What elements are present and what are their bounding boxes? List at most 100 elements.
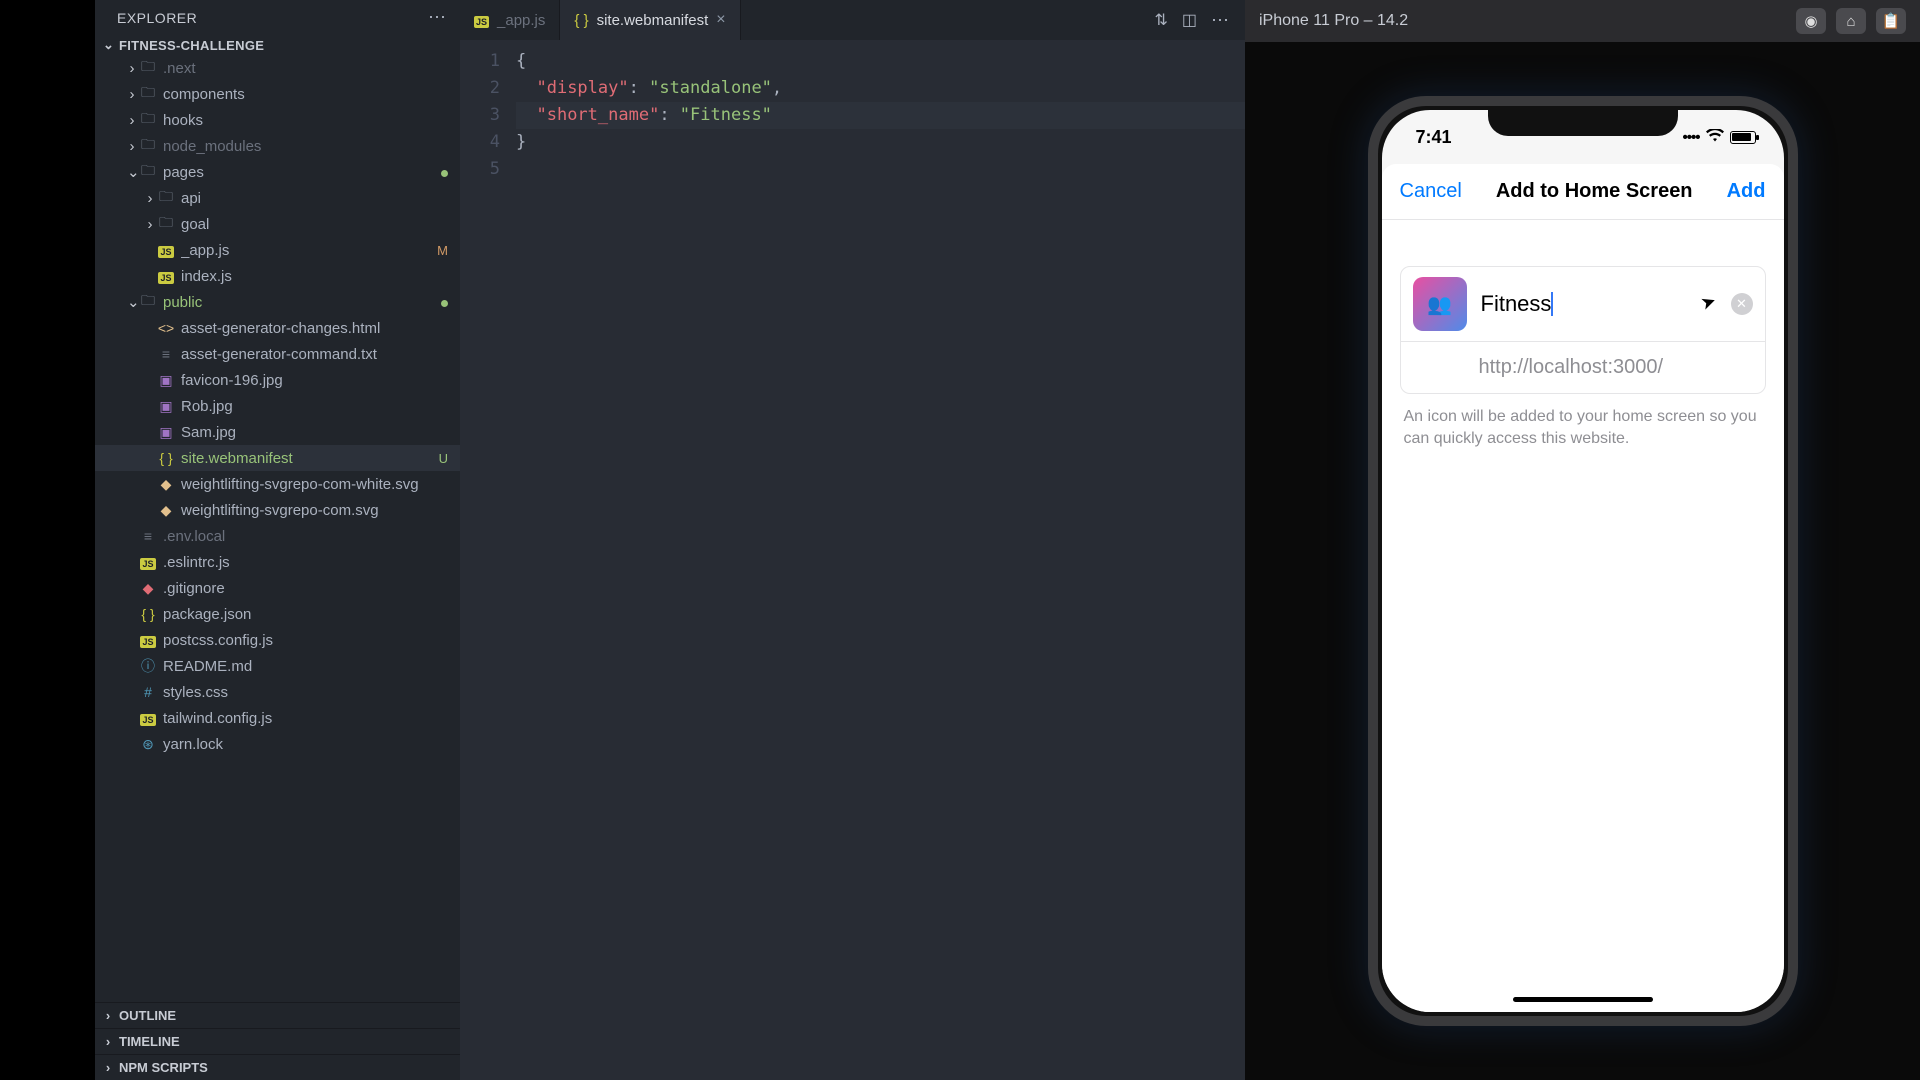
tree-label: _app.js <box>181 242 431 259</box>
tree-label: package.json <box>163 606 448 623</box>
tab-site.webmanifest[interactable]: { }site.webmanifest× <box>560 0 740 40</box>
tree-label: postcss.config.js <box>163 632 448 649</box>
file-styles.css[interactable]: #styles.css <box>95 679 460 705</box>
app-name-input[interactable]: Fitness <box>1481 291 1717 317</box>
tree-label: asset-generator-command.txt <box>181 346 448 363</box>
folder-node_modules[interactable]: ›🗀node_modules <box>95 133 460 159</box>
tab-label: site.webmanifest <box>597 12 709 29</box>
add-to-home-sheet: Cancel Add to Home Screen Add 👥 Fitness … <box>1382 164 1784 1012</box>
tree-label: README.md <box>163 658 448 675</box>
file-Sam.jpg[interactable]: ▣Sam.jpg <box>95 419 460 445</box>
file-favicon-196.jpg[interactable]: ▣favicon-196.jpg <box>95 367 460 393</box>
compare-icon[interactable]: ⇅ <box>1154 10 1167 30</box>
battery-icon <box>1730 131 1756 144</box>
editor-more-icon[interactable]: ⋯ <box>1211 10 1231 31</box>
file-postcss.config.js[interactable]: JSpostcss.config.js <box>95 627 460 653</box>
simulator-panel: iPhone 11 Pro – 14.2 ◉ ⌂ 📋 7:41 •••• <box>1245 0 1920 1080</box>
folder-goal[interactable]: ›🗀goal <box>95 211 460 237</box>
phone-notch <box>1488 106 1678 136</box>
folder-api[interactable]: ›🗀api <box>95 185 460 211</box>
signal-icon: •••• <box>1682 129 1699 146</box>
tree-label: public <box>163 294 435 311</box>
explorer-title: EXPLORER <box>117 10 197 26</box>
folder-icon: 🗀 <box>139 82 157 106</box>
simulator-device-label: iPhone 11 Pro – 14.2 <box>1259 12 1408 30</box>
modified-dot-icon <box>441 295 448 310</box>
code-content[interactable]: { "display": "standalone", "short_name":… <box>516 40 1245 1080</box>
file-Rob.jpg[interactable]: ▣Rob.jpg <box>95 393 460 419</box>
folder-icon: 🗀 <box>139 160 157 184</box>
code-editor[interactable]: 12345 { "display": "standalone", "short_… <box>460 40 1245 1080</box>
folder-icon: 🗀 <box>139 108 157 132</box>
clear-text-icon[interactable]: ✕ <box>1731 293 1753 315</box>
tree-label: .next <box>163 60 448 77</box>
folder-components[interactable]: ›🗀components <box>95 81 460 107</box>
file-site.webmanifest[interactable]: { }site.webmanifestU <box>95 445 460 471</box>
tree-label: favicon-196.jpg <box>181 372 448 389</box>
modified-dot-icon <box>441 165 448 180</box>
folder-public[interactable]: ⌄🗀public <box>95 289 460 315</box>
tree-label: api <box>181 190 448 207</box>
file-package.json[interactable]: { }package.json <box>95 601 460 627</box>
folder-icon: 🗀 <box>157 212 175 236</box>
file-_app.js[interactable]: JS_app.jsM <box>95 237 460 263</box>
tree-label: index.js <box>181 268 448 285</box>
scm-badge: M <box>437 243 448 258</box>
file-.env.local[interactable]: ≡.env.local <box>95 523 460 549</box>
add-button[interactable]: Add <box>1727 180 1766 203</box>
folder-icon: 🗀 <box>157 186 175 210</box>
help-text: An icon will be added to your home scree… <box>1400 394 1766 461</box>
tree-label: site.webmanifest <box>181 450 433 467</box>
tree-label: tailwind.config.js <box>163 710 448 727</box>
folder-icon: 🗀 <box>139 290 157 314</box>
file-tailwind.config.js[interactable]: JStailwind.config.js <box>95 705 460 731</box>
folder-icon: 🗀 <box>139 134 157 158</box>
file-.gitignore[interactable]: ◆.gitignore <box>95 575 460 601</box>
folder-pages[interactable]: ⌄🗀pages <box>95 159 460 185</box>
wifi-icon <box>1706 129 1724 146</box>
file-weightlifting-svgrepo-com.svg[interactable]: ◆weightlifting-svgrepo-com.svg <box>95 497 460 523</box>
file-yarn.lock[interactable]: ⊛yarn.lock <box>95 731 460 757</box>
explorer-more-icon[interactable]: ⋯ <box>428 7 448 28</box>
file-asset-generator-changes.html[interactable]: <>asset-generator-changes.html <box>95 315 460 341</box>
outline-section[interactable]: ›OUTLINE <box>95 1002 460 1028</box>
text-cursor <box>1551 292 1553 316</box>
tree-label: .gitignore <box>163 580 448 597</box>
folder-hooks[interactable]: ›🗀hooks <box>95 107 460 133</box>
clipboard-icon[interactable]: 📋 <box>1876 8 1906 34</box>
screenshot-icon[interactable]: ◉ <box>1796 8 1826 34</box>
status-time: 7:41 <box>1416 127 1452 148</box>
tabbar: JS_app.js{ }site.webmanifest× ⇅ ◫ ⋯ <box>460 0 1245 40</box>
npm-scripts-section[interactable]: ›NPM SCRIPTS <box>95 1054 460 1080</box>
tree-label: .env.local <box>163 528 448 545</box>
project-header[interactable]: ⌄ FITNESS-CHALLENGE <box>95 35 460 55</box>
tree-label: node_modules <box>163 138 448 155</box>
file-weightlifting-svgrepo-com-white.svg[interactable]: ◆weightlifting-svgrepo-com-white.svg <box>95 471 460 497</box>
timeline-section[interactable]: ›TIMELINE <box>95 1028 460 1054</box>
phone-frame: 7:41 •••• Cancel Add to Home Screen Add <box>1368 96 1798 1026</box>
tab-_app.js[interactable]: JS_app.js <box>460 0 560 40</box>
home-indicator[interactable] <box>1513 997 1653 1002</box>
home-icon[interactable]: ⌂ <box>1836 8 1866 34</box>
folder-.next[interactable]: ›🗀.next <box>95 55 460 81</box>
tree-label: Rob.jpg <box>181 398 448 415</box>
tree-label: goal <box>181 216 448 233</box>
tree-label: asset-generator-changes.html <box>181 320 448 337</box>
close-icon[interactable]: × <box>716 11 725 29</box>
tree-label: components <box>163 86 448 103</box>
app-icon-preview: 👥 <box>1413 277 1467 331</box>
explorer-sidebar: EXPLORER ⋯ ⌄ FITNESS-CHALLENGE ›🗀.next›🗀… <box>95 0 460 1080</box>
tree-label: yarn.lock <box>163 736 448 753</box>
file-README.md[interactable]: ⓘREADME.md <box>95 653 460 679</box>
cancel-button[interactable]: Cancel <box>1400 180 1462 203</box>
tree-label: pages <box>163 164 435 181</box>
tree-label: weightlifting-svgrepo-com-white.svg <box>181 476 448 493</box>
folder-icon: 🗀 <box>139 56 157 80</box>
file-tree[interactable]: ›🗀.next›🗀components›🗀hooks›🗀node_modules… <box>95 55 460 1002</box>
split-editor-icon[interactable]: ◫ <box>1182 10 1197 30</box>
project-name: FITNESS-CHALLENGE <box>119 38 264 53</box>
file-index.js[interactable]: JSindex.js <box>95 263 460 289</box>
tree-label: .eslintrc.js <box>163 554 448 571</box>
file-.eslintrc.js[interactable]: JS.eslintrc.js <box>95 549 460 575</box>
file-asset-generator-command.txt[interactable]: ≡asset-generator-command.txt <box>95 341 460 367</box>
